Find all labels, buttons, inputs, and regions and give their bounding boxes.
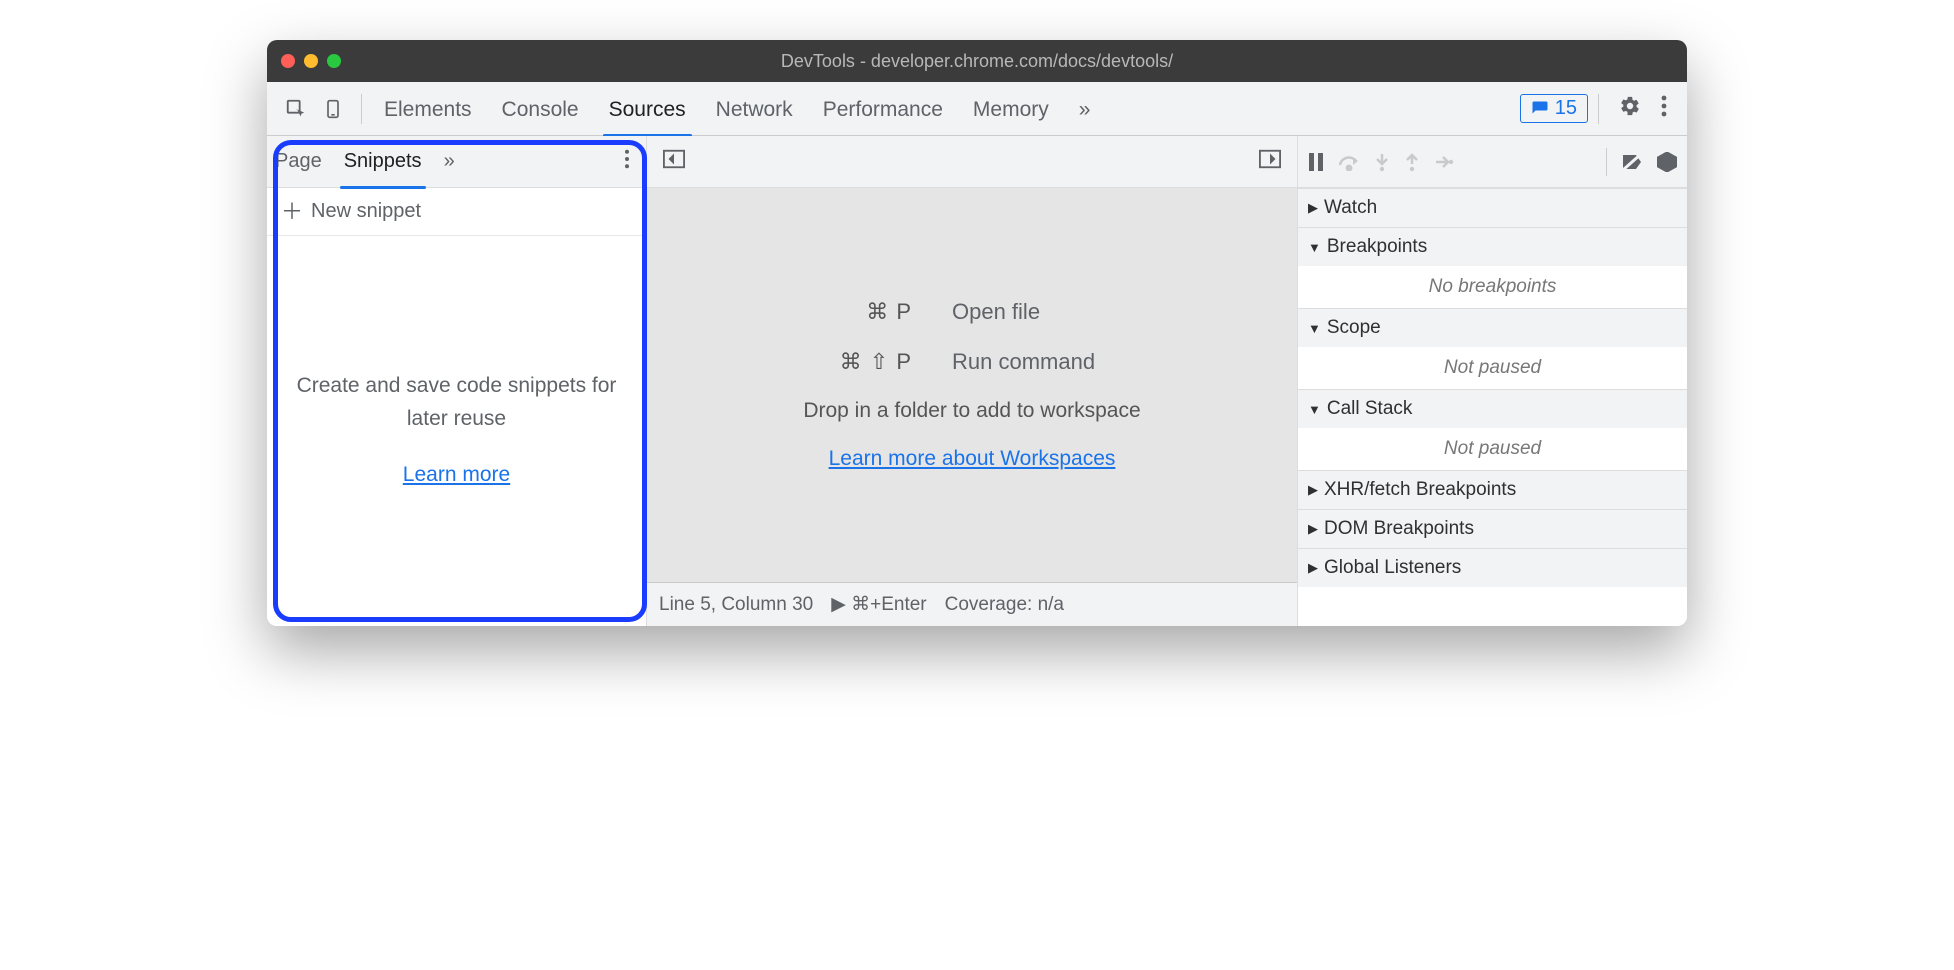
sidebar-tabs: Page Snippets »	[267, 136, 646, 188]
tab-console[interactable]: Console	[502, 86, 579, 132]
section-watch[interactable]: ▶Watch	[1298, 188, 1687, 227]
editor-tabstrip	[647, 136, 1297, 188]
pause-exceptions-icon[interactable]	[1657, 152, 1677, 172]
shortcut-runcommand: ⌘ ⇧ P Run command	[772, 349, 1172, 375]
debugger-pane: ▶Watch ▼Breakpoints No breakpoints ▼Scop…	[1297, 136, 1687, 626]
plus-icon: ＋	[281, 201, 303, 223]
snippets-empty-state: Create and save code snippets for later …	[267, 236, 646, 626]
panel-tabs: Elements Console Sources Network Perform…	[384, 86, 1090, 132]
scope-empty: Not paused	[1298, 347, 1687, 389]
devtools-toolbar: Elements Console Sources Network Perform…	[267, 82, 1687, 136]
settings-icon[interactable]	[1609, 89, 1651, 129]
section-scope[interactable]: ▼Scope	[1298, 308, 1687, 347]
section-dom-breakpoints[interactable]: ▶DOM Breakpoints	[1298, 509, 1687, 548]
shortcut-keys: ⌘ ⇧ P	[772, 349, 912, 375]
titlebar: DevTools - developer.chrome.com/docs/dev…	[267, 40, 1687, 82]
breakpoints-empty: No breakpoints	[1298, 266, 1687, 308]
traffic-lights	[281, 54, 341, 68]
shortcut-desc: Open file	[952, 299, 1172, 325]
device-toggle-icon[interactable]	[315, 92, 351, 126]
tab-elements[interactable]: Elements	[384, 86, 472, 132]
sidebar-tab-page[interactable]: Page	[275, 138, 322, 185]
section-xhr-breakpoints[interactable]: ▶XHR/fetch Breakpoints	[1298, 470, 1687, 509]
more-menu-icon[interactable]	[1651, 89, 1677, 129]
minimize-icon[interactable]	[304, 54, 318, 68]
deactivate-breakpoints-icon[interactable]	[1621, 152, 1643, 172]
devtools-window: DevTools - developer.chrome.com/docs/dev…	[267, 40, 1687, 626]
step-out-icon[interactable]	[1404, 152, 1420, 172]
inspect-element-icon[interactable]	[277, 92, 315, 126]
editor-pane: ⌘ P Open file ⌘ ⇧ P Run command Drop in …	[647, 136, 1297, 626]
editor-footer: Line 5, Column 30 ▶ ⌘+Enter Coverage: n/…	[647, 582, 1297, 626]
step-icon[interactable]	[1434, 154, 1454, 170]
run-shortcut[interactable]: ▶ ⌘+Enter	[831, 593, 926, 616]
maximize-icon[interactable]	[327, 54, 341, 68]
shortcut-openfile: ⌘ P Open file	[772, 299, 1172, 325]
nav-back-icon[interactable]	[657, 145, 691, 178]
cursor-position: Line 5, Column 30	[659, 594, 813, 616]
workspace-drop-hint: Drop in a folder to add to workspace	[803, 399, 1140, 423]
section-breakpoints[interactable]: ▼Breakpoints	[1298, 227, 1687, 266]
close-icon[interactable]	[281, 54, 295, 68]
window-title: DevTools - developer.chrome.com/docs/dev…	[267, 51, 1687, 72]
tab-sources[interactable]: Sources	[609, 86, 686, 132]
tab-memory[interactable]: Memory	[973, 86, 1049, 132]
step-over-icon[interactable]	[1338, 153, 1360, 171]
coverage-status: Coverage: n/a	[945, 594, 1064, 616]
snippets-empty-text: Create and save code snippets for later …	[295, 370, 618, 435]
new-snippet-label: New snippet	[311, 200, 421, 223]
workspace-learn-more-link[interactable]: Learn more about Workspaces	[829, 447, 1116, 471]
sidebar-kebab-icon[interactable]	[616, 145, 638, 179]
issues-button[interactable]: 15	[1520, 94, 1588, 123]
issues-count: 15	[1555, 97, 1577, 120]
nav-forward-icon[interactable]	[1253, 145, 1287, 178]
debugger-toolbar	[1298, 136, 1687, 188]
section-global-listeners[interactable]: ▶Global Listeners	[1298, 548, 1687, 587]
pause-icon[interactable]	[1308, 153, 1324, 171]
sidebar-more-tabs-icon[interactable]: »	[444, 150, 455, 173]
sources-sidebar: Page Snippets » ＋ New snippet Create and…	[267, 136, 647, 626]
section-callstack[interactable]: ▼Call Stack	[1298, 389, 1687, 428]
more-tabs-icon[interactable]: »	[1079, 86, 1091, 132]
shortcut-desc: Run command	[952, 349, 1172, 375]
new-snippet-button[interactable]: ＋ New snippet	[267, 188, 646, 236]
snippets-learn-more-link[interactable]: Learn more	[403, 459, 510, 492]
callstack-empty: Not paused	[1298, 428, 1687, 470]
sidebar-tab-snippets[interactable]: Snippets	[344, 138, 422, 185]
shortcut-keys: ⌘ P	[772, 299, 912, 325]
step-into-icon[interactable]	[1374, 152, 1390, 172]
tab-network[interactable]: Network	[716, 86, 793, 132]
tab-performance[interactable]: Performance	[823, 86, 943, 132]
